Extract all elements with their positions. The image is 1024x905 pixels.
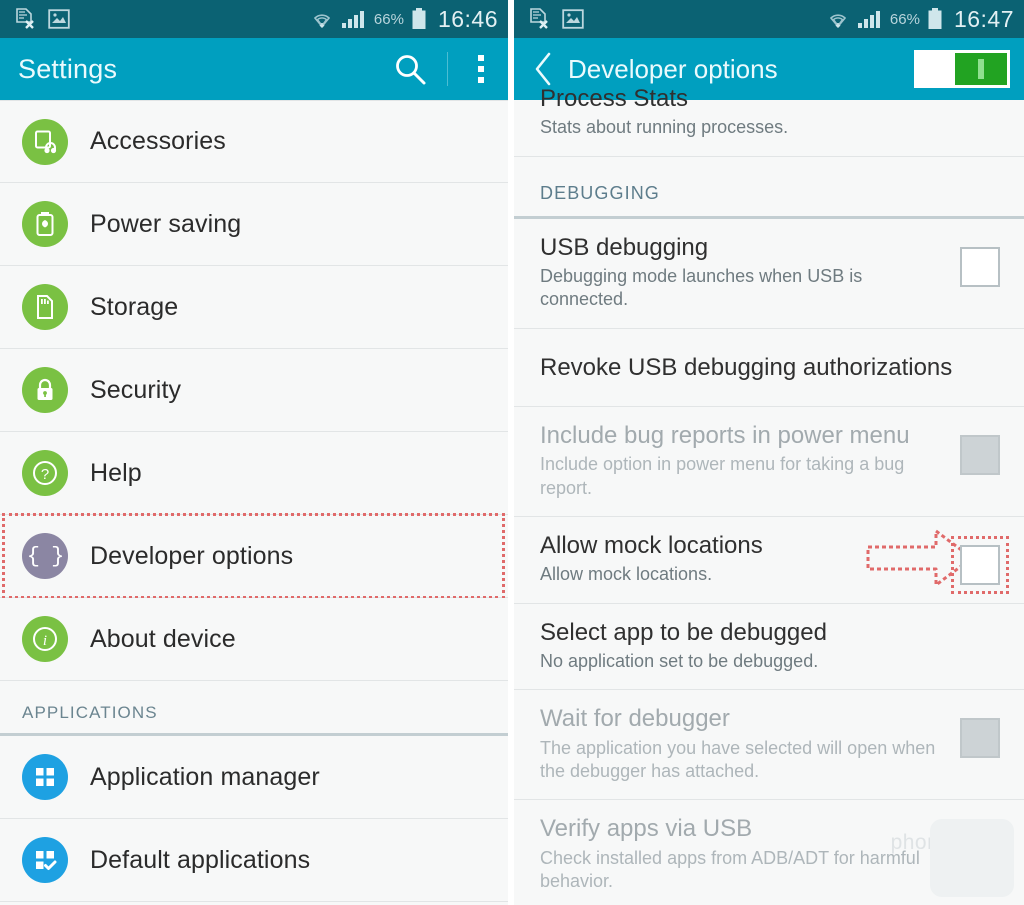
developer-options-toggle[interactable] <box>914 50 1010 88</box>
sidebar-item-label: Application manager <box>90 762 320 791</box>
setting-title: Allow mock locations <box>540 532 763 560</box>
sidebar-item-developer-options[interactable]: { } Developer options <box>0 513 508 599</box>
sidebar-item-application-manager[interactable]: Application manager <box>0 736 508 819</box>
sidebar-item-label: Storage <box>90 292 179 321</box>
wait-for-debugger-checkbox <box>960 718 1000 759</box>
sidebar-item-storage[interactable]: Storage <box>0 266 508 349</box>
status-bar-notification-icons <box>528 8 584 30</box>
status-bar-right: 66% 16:47 <box>514 0 1024 38</box>
wifi-icon <box>310 9 334 29</box>
setting-row-verify-apps-via-usb: Verify apps via USB Check installed apps… <box>514 800 1024 905</box>
status-bar-left: 66% 16:46 <box>0 0 508 38</box>
more-vertical-icon[interactable] <box>468 55 494 83</box>
usb-debugging-checkbox[interactable] <box>960 246 1000 287</box>
sidebar-item-label: Power saving <box>90 209 242 238</box>
page-title: Settings <box>18 53 118 84</box>
dual-screenshot: 66% 16:46 Settings Accessories Power sav… <box>0 0 1024 905</box>
developer-options-screen: 66% 16:47 Developer options Process Stat… <box>514 0 1024 905</box>
sidebar-item-label: Default applications <box>90 845 311 874</box>
clock-label: 16:46 <box>437 5 498 32</box>
accessories-icon <box>22 118 68 165</box>
document-x-icon <box>528 8 550 30</box>
developer-settings-list: Process Stats Stats about running proces… <box>514 85 1024 905</box>
setting-subtitle: Include option in power menu for taking … <box>540 454 905 498</box>
sidebar-item-default-applications[interactable]: Default applications <box>0 819 508 902</box>
status-bar-system-icons: 66% 16:46 <box>310 6 498 33</box>
picture-icon <box>562 9 584 29</box>
lock-icon <box>22 367 68 413</box>
setting-subtitle: Stats about running processes. <box>540 117 789 138</box>
question-icon: ? <box>22 450 68 496</box>
setting-row-process-stats[interactable]: Process Stats Stats about running proces… <box>514 85 1024 157</box>
check-icon <box>968 833 992 859</box>
wifi-icon <box>826 9 850 29</box>
svg-text:?: ? <box>41 466 49 483</box>
sidebar-item-help[interactable]: ? Help <box>0 432 508 515</box>
toggle-track-on <box>954 53 1007 85</box>
document-x-icon <box>14 8 36 30</box>
sdcard-icon <box>22 284 68 330</box>
verify-apps-checkbox <box>960 828 1000 869</box>
grid-icon <box>22 754 68 800</box>
sidebar-item-security[interactable]: Security <box>0 349 508 432</box>
section-header-applications: APPLICATIONS <box>0 681 508 736</box>
settings-screen: 66% 16:46 Settings Accessories Power sav… <box>0 0 508 905</box>
search-icon[interactable] <box>393 52 427 86</box>
svg-text:i: i <box>43 633 47 649</box>
page-title: Developer options <box>568 53 778 84</box>
battery-percent-label: 66% <box>373 10 404 28</box>
setting-title: USB debugging <box>540 233 709 261</box>
section-header-debugging: DEBUGGING <box>514 156 1024 219</box>
setting-title: Process Stats <box>540 85 689 112</box>
braces-glyph: { } <box>26 543 65 569</box>
setting-row-include-bug-reports: Include bug reports in power menu Includ… <box>514 406 1024 518</box>
setting-subtitle: Allow mock locations. <box>540 564 713 585</box>
sidebar-item-accessories[interactable]: Accessories <box>0 100 508 183</box>
setting-title: Include bug reports in power menu <box>540 421 910 449</box>
status-bar-system-icons: 66% 16:47 <box>826 6 1014 33</box>
setting-row-usb-debugging[interactable]: USB debugging Debugging mode launches wh… <box>514 218 1024 329</box>
setting-subtitle: Debugging mode launches when USB is conn… <box>540 265 863 310</box>
grid-check-icon <box>22 837 68 883</box>
setting-row-select-debug-app[interactable]: Select app to be debugged No application… <box>514 603 1024 691</box>
setting-row-wait-for-debugger: Wait for debugger The application you ha… <box>514 690 1024 801</box>
setting-title: Verify apps via USB <box>540 815 753 843</box>
action-bar-left: Settings <box>0 38 508 100</box>
toggle-track-off <box>917 53 955 85</box>
include-bug-reports-checkbox <box>960 434 1000 475</box>
battery-icon <box>411 8 427 30</box>
battery-percent-label: 66% <box>889 10 920 28</box>
sidebar-item-label: Help <box>90 458 142 487</box>
chevron-left-icon[interactable] <box>532 51 554 87</box>
setting-subtitle: Check installed apps from ADB/ADT for ha… <box>540 847 920 892</box>
status-bar-notification-icons <box>14 8 70 30</box>
setting-title: Revoke USB debugging authorizations <box>540 353 953 381</box>
setting-subtitle: No application set to be debugged. <box>540 650 819 671</box>
sidebar-item-label: Developer options <box>90 541 294 570</box>
battery-leaf-icon <box>22 201 68 247</box>
setting-title: Wait for debugger <box>540 705 730 733</box>
sidebar-item-power-saving[interactable]: Power saving <box>0 183 508 266</box>
toolbar-divider <box>447 52 448 86</box>
sidebar-item-about-device[interactable]: i About device <box>0 598 508 681</box>
picture-icon <box>48 9 70 29</box>
info-icon: i <box>22 616 68 662</box>
sidebar-item-label: Accessories <box>90 127 226 155</box>
signal-icon <box>857 9 883 29</box>
battery-icon <box>927 8 943 30</box>
setting-row-revoke-usb-authorizations[interactable]: Revoke USB debugging authorizations <box>514 328 1024 407</box>
clock-label: 16:47 <box>953 5 1014 32</box>
setting-title: Select app to be debugged <box>540 618 827 646</box>
sidebar-item-label: About device <box>90 624 236 653</box>
braces-icon: { } <box>22 533 68 579</box>
signal-icon <box>341 9 367 29</box>
settings-list: Accessories Power saving Storage Securit… <box>0 100 508 902</box>
setting-subtitle: The application you have selected will o… <box>540 737 936 781</box>
setting-row-allow-mock-locations[interactable]: Allow mock locations Allow mock location… <box>514 517 1024 604</box>
sidebar-item-label: Security <box>90 375 182 404</box>
allow-mock-locations-checkbox[interactable] <box>960 545 1000 586</box>
